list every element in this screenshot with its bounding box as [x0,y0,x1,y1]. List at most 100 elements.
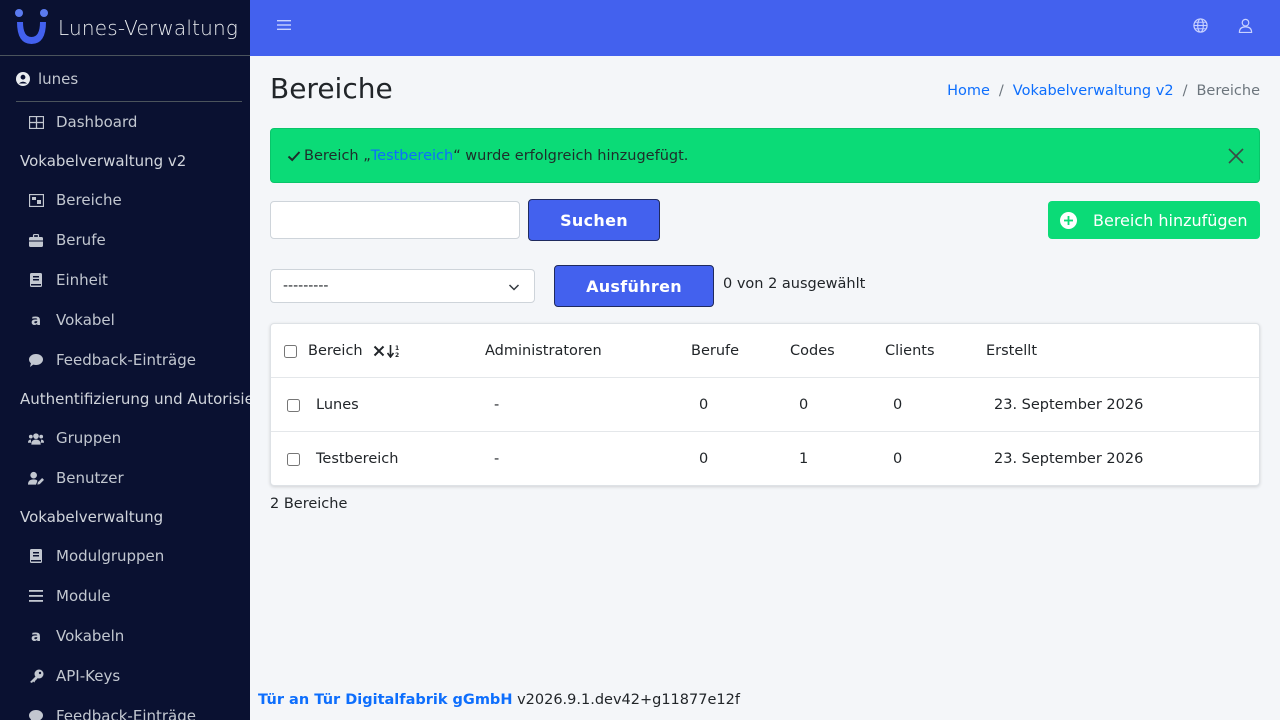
page-title: Bereiche [270,72,393,105]
lunes-logo-icon [15,8,48,44]
cell-administratoren: - [494,397,500,413]
letter-a-icon: a [30,311,42,329]
sidebar-item-label: Vokabeln [56,627,125,645]
breadcrumb-home[interactable]: Home [947,83,990,99]
footer-version: v2026.9.1.dev42+g11877e12f [517,692,740,708]
column-header-berufe[interactable]: Berufe [691,324,739,378]
sidebar-item-berufe[interactable]: Berufe [0,220,250,260]
sidebar-item-modulgruppen[interactable]: Modulgruppen [0,536,250,576]
sidebar-item-api-keys[interactable]: API-Keys [0,656,250,696]
top-navbar [250,0,1280,56]
table-row: Lunes - 0 0 0 23. September 2026 [271,378,1259,432]
brand-name: Lunes-Verwaltung [58,15,239,40]
hamburger-menu-icon[interactable] [277,18,291,32]
list-icon [28,588,44,604]
brand[interactable]: Lunes-Verwaltung [0,0,250,56]
sidebar-item-label: Bereiche [56,191,122,209]
add-area-button[interactable]: Bereich hinzufügen [1048,201,1260,239]
cell-codes: 0 [799,397,809,413]
row-checkbox[interactable] [287,452,300,466]
sidebar-item-vokabel[interactable]: a Vokabel [0,300,250,340]
sidebar-item-label: Feedback-Einträge [56,707,196,720]
sidebar-header-auth: Authentifizierung und Autorisierung [20,390,250,408]
globe-icon[interactable] [1193,18,1208,33]
sidebar-item-dashboard[interactable]: Dashboard [0,102,250,142]
cell-berufe: 0 [699,451,709,467]
sidebar-header-vokabelverwaltung-v2: Vokabelverwaltung v2 [20,152,187,170]
dashboard-icon [28,114,44,130]
footer-company-link[interactable]: Tür an Tür Digitalfabrik gGmbH [258,692,512,708]
column-header-administratoren[interactable]: Administratoren [485,324,602,378]
breadcrumb-separator: / [998,83,1004,99]
close-icon[interactable] [1227,147,1245,165]
sidebar-item-feedback[interactable]: Feedback-Einträge [0,340,250,380]
book-icon [28,272,44,288]
cell-codes: 1 [799,451,809,467]
book-icon [28,548,44,564]
user-icon[interactable] [1238,18,1253,33]
sidebar-item-label: Dashboard [56,113,138,131]
svg-text:1: 1 [395,345,399,352]
sidebar-item-gruppen[interactable]: Gruppen [0,418,250,458]
check-icon [287,150,301,161]
key-icon [28,668,44,684]
column-label: Bereich [308,343,363,359]
sidebar-item-module[interactable]: Module [0,576,250,616]
user-circle-icon [16,71,30,86]
cell-berufe: 0 [699,397,709,413]
user-panel[interactable]: lunes [16,56,242,102]
results-table: Bereich 12 Administratoren Berufe Codes … [270,323,1260,486]
cell-bereich[interactable]: Lunes [316,378,359,432]
sidebar-item-label: Benutzer [56,469,124,487]
sidebar-item-label: API-Keys [56,667,121,685]
alert-link[interactable]: Testbereich [371,148,453,164]
breadcrumb-current: Bereiche [1196,83,1260,99]
svg-text:2: 2 [395,352,399,358]
selection-count: 0 von 2 ausgewählt [723,276,866,292]
sidebar-item-label: Berufe [56,231,106,249]
user-edit-icon [28,470,44,486]
cell-clients: 0 [893,397,903,413]
success-alert: Bereich „ Testbereich “ wurde erfolgreich … [270,128,1260,183]
row-checkbox-cell [287,432,300,486]
run-action-button[interactable]: Ausführen [554,265,714,307]
sidebar-item-benutzer[interactable]: Benutzer [0,458,250,498]
alert-prefix: Bereich „ [304,147,371,164]
cell-administratoren: - [494,451,500,467]
row-checkbox[interactable] [287,398,300,412]
result-count: 2 Bereiche [270,496,348,512]
select-all-checkbox-cell [284,324,297,378]
sort-controls: 12 [373,344,404,358]
column-header-erstellt[interactable]: Erstellt [986,324,1037,378]
breadcrumb-separator: / [1182,83,1188,99]
sidebar-item-einheit[interactable]: Einheit [0,260,250,300]
comment-icon [28,352,44,368]
sidebar-item-label: Modulgruppen [56,547,165,565]
column-header-codes[interactable]: Codes [790,324,835,378]
add-area-label: Bereich hinzufügen [1093,210,1248,230]
sidebar-item-label: Vokabel [56,311,115,329]
column-header-clients[interactable]: Clients [885,324,935,378]
cell-bereich[interactable]: Testbereich [316,432,398,486]
sidebar-item-vokabeln[interactable]: a Vokabeln [0,616,250,656]
row-checkbox-cell [287,378,300,432]
sidebar-item-label: Feedback-Einträge [56,351,196,369]
sidebar: Lunes-Verwaltung lunes Dashboard Vokabel… [0,0,250,720]
column-header-bereich[interactable]: Bereich 12 [308,324,404,378]
sidebar-item-label: Einheit [56,271,108,289]
search-button[interactable]: Suchen [528,199,660,241]
remove-sort-icon[interactable] [373,345,385,357]
select-all-checkbox[interactable] [284,344,297,358]
sort-asc-icon[interactable]: 12 [386,344,402,358]
briefcase-icon [28,232,44,248]
letter-a-icon: a [30,627,42,645]
sidebar-item-label: Gruppen [56,429,122,447]
search-input[interactable] [270,201,520,239]
users-icon [28,430,44,446]
action-select[interactable]: --------- [270,269,535,303]
comment-icon [28,708,44,720]
chevron-down-icon [508,284,520,291]
sidebar-item-feedback-2[interactable]: Feedback-Einträge [0,696,250,720]
breadcrumb-vokabelverwaltung-v2[interactable]: Vokabelverwaltung v2 [1013,83,1174,99]
sidebar-item-bereiche[interactable]: Bereiche [0,180,250,220]
